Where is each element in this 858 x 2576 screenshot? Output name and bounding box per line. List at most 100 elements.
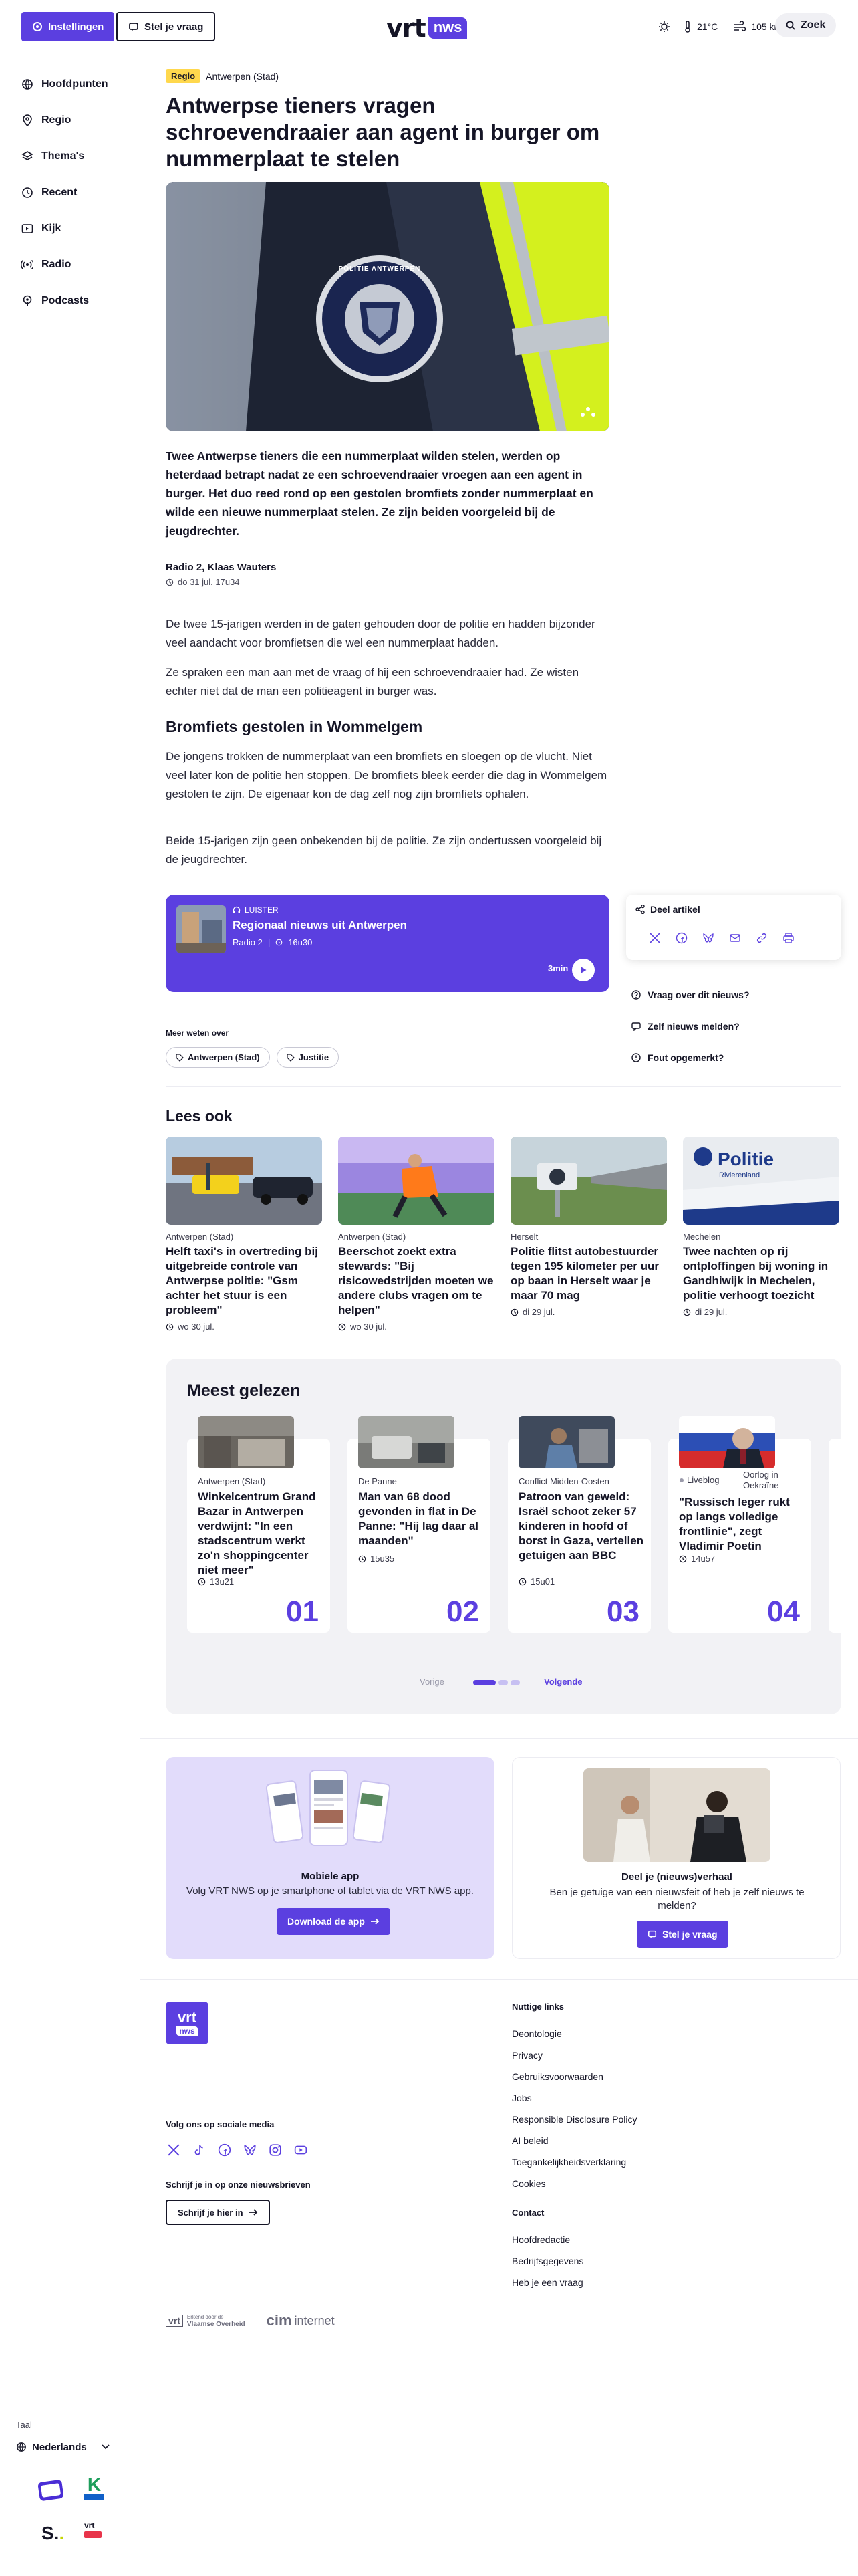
share-story-button[interactable]: Stel je vraag <box>637 1921 728 1948</box>
topic-tag[interactable]: Justitie <box>276 1047 339 1068</box>
tiktok-icon[interactable] <box>192 2143 206 2157</box>
search-button[interactable]: Zoek <box>775 13 837 37</box>
footer-link[interactable]: Privacy <box>512 2044 712 2066</box>
sponsor-sporza-logo[interactable]: S.. <box>41 2523 64 2544</box>
vrt-nws-logo[interactable]: vrt nws <box>386 13 468 43</box>
footer-link[interactable]: Jobs <box>512 2087 712 2109</box>
question-link[interactable]: Vraag over dit nieuws? <box>631 989 750 1000</box>
facebook-icon[interactable] <box>218 2143 231 2157</box>
download-app-button[interactable]: Download de app <box>277 1908 390 1935</box>
sidebar-item-recent[interactable]: Recent <box>0 174 140 211</box>
lees-ook-card[interactable]: Herselt Politie flitst autobestuurder te… <box>511 1137 667 1317</box>
cim-internet-logo[interactable]: cim internet <box>267 2312 335 2329</box>
prev-button[interactable]: Vorige <box>420 1677 444 1687</box>
next-button[interactable]: Volgende <box>544 1677 583 1687</box>
regio-tag[interactable]: Regio <box>166 69 201 83</box>
sidebar-item-kijk[interactable]: Kijk <box>0 211 140 247</box>
article-paragraph: Beide 15-jarigen zijn geen onbekenden bi… <box>166 834 602 866</box>
sidebar-item-themas[interactable]: Thema's <box>0 138 140 174</box>
x-icon[interactable] <box>167 2143 180 2157</box>
card-time: 13u21 <box>198 1576 234 1587</box>
sidebar-item-regio[interactable]: Regio <box>0 102 140 138</box>
sidebar-item-radio[interactable]: Radio <box>0 247 140 283</box>
vlaanderen-logo[interactable]: vrt Erkend door de Vlaamse Overheid <box>166 2313 245 2328</box>
share-icon <box>635 905 645 914</box>
youtube-icon[interactable] <box>294 2143 307 2157</box>
most-read-card[interactable]: Antwerpen (Stad) Winkelcentrum Grand Baz… <box>187 1416 330 1633</box>
report-news-link[interactable]: Zelf nieuws melden? <box>631 1021 740 1032</box>
globe-icon <box>16 2442 27 2452</box>
social-links <box>167 2143 307 2157</box>
facebook-icon[interactable] <box>676 932 688 944</box>
card-location: Antwerpen (Stad) <box>166 1232 234 1242</box>
weather-widget[interactable]: 21°C 105 km <box>658 13 782 40</box>
card-date: wo 30 jul. <box>338 1322 494 1332</box>
sidebar-item-podcasts[interactable]: Podcasts <box>0 283 140 319</box>
footer-link[interactable]: Gebruiksvoorwaarden <box>512 2066 712 2087</box>
topic-tag[interactable]: Antwerpen (Stad) <box>166 1047 270 1068</box>
most-read-card[interactable]: Liveblog Oorlog in Oekraïne "Russisch le… <box>668 1416 811 1633</box>
card-time: 15u01 <box>519 1576 555 1587</box>
card-image <box>519 1416 615 1468</box>
clock-icon <box>166 578 174 586</box>
print-icon[interactable] <box>782 932 795 944</box>
sponsor-vrtmax-logo[interactable]: vrt <box>84 2521 104 2543</box>
footer-logo[interactable]: vrt nws <box>166 2002 208 2044</box>
share-story-label: Stel je vraag <box>662 1929 718 1940</box>
pagination-dots <box>473 1680 520 1685</box>
link-icon[interactable] <box>756 932 768 944</box>
listen-kicker-text: LUISTER <box>245 905 279 915</box>
article-date: do 31 jul. 17u34 <box>166 577 240 587</box>
listen-play-button[interactable] <box>572 959 595 981</box>
lees-ook-card[interactable]: Antwerpen (Stad) Beerschot zoekt extra s… <box>338 1137 494 1332</box>
globe-icon <box>21 78 33 90</box>
footer-link[interactable]: Bedrijfsgegevens <box>512 2250 712 2272</box>
card-location: Herselt <box>511 1232 539 1242</box>
listen-card[interactable]: LUISTER Regionaal nieuws uit Antwerpen R… <box>166 895 609 992</box>
sponsor-vrt1-logo[interactable] <box>37 2479 64 2502</box>
most-read-card[interactable]: De Panne Man van 68 dood gevonden in fla… <box>347 1416 490 1633</box>
lees-ook-card[interactable]: Antwerpen (Stad) Helft taxi's in overtre… <box>166 1137 322 1332</box>
article-location[interactable]: Antwerpen (Stad) <box>206 71 279 82</box>
language-select[interactable]: Nederlands <box>16 2436 110 2458</box>
arrow-right-icon <box>370 1917 380 1925</box>
bluesky-icon[interactable] <box>243 2143 257 2157</box>
instagram-icon[interactable] <box>269 2143 282 2157</box>
bluesky-icon[interactable] <box>702 932 714 944</box>
footer-link[interactable]: Toegankelijkheidsverklaring <box>512 2151 712 2173</box>
topic-tag-label: Justitie <box>298 1052 329 1062</box>
footer-link[interactable]: Responsible Disclosure Policy <box>512 2109 712 2130</box>
footer-link[interactable]: AI beleid <box>512 2130 712 2151</box>
card-title: Beerschot zoekt extra stewards: "Bij ris… <box>338 1245 494 1316</box>
footer-link[interactable]: Heb je een vraag <box>512 2272 712 2293</box>
most-read-card-partial[interactable] <box>829 1439 841 1633</box>
article-subheading: Bromfiets gestolen in Wommelgem <box>166 718 423 735</box>
radio-icon <box>21 259 33 271</box>
ask-question-button[interactable]: Stel je vraag <box>116 12 216 41</box>
chevron-down-icon <box>102 2444 110 2450</box>
footer-link[interactable]: Cookies <box>512 2173 712 2194</box>
hero-image[interactable]: POLITIE ANTWERPEN <box>166 182 609 431</box>
most-read-card[interactable]: Conflict Midden-Oosten Patroon van gewel… <box>508 1416 651 1633</box>
footer-link[interactable]: Hoofdredactie <box>512 2229 712 2250</box>
footer-link[interactable]: Deontologie <box>512 2023 712 2044</box>
card-title: Helft taxi's in overtreding bij uitgebre… <box>166 1245 318 1316</box>
card-image <box>166 1137 322 1225</box>
app-promo-title: Mobiele app <box>301 1871 360 1882</box>
mail-icon[interactable] <box>729 932 741 944</box>
sidebar-item-hoofdpunten[interactable]: Hoofdpunten <box>0 66 140 102</box>
card-title: "Russisch leger rukt op langs volledige … <box>679 1496 790 1552</box>
sponsor-ketnet-logo[interactable]: K <box>84 2476 104 2502</box>
card-time-text: 14u57 <box>691 1554 716 1564</box>
card-time-text: 13u21 <box>210 1576 235 1587</box>
lees-ook-card[interactable]: Politie Rivierenland Mechelen Twee nacht… <box>683 1137 839 1317</box>
settings-button[interactable]: Instellingen <box>21 12 115 41</box>
x-icon[interactable] <box>649 932 661 944</box>
card-liveblog-label: Liveblog <box>687 1475 720 1485</box>
card-date-text: wo 30 jul. <box>350 1322 387 1332</box>
language-label: Taal <box>16 2420 32 2430</box>
listen-duration: 3min <box>548 963 569 973</box>
report-error-link[interactable]: Fout opgemerkt? <box>631 1052 724 1063</box>
newsletter-button[interactable]: Schrijf je hier in <box>166 2200 270 2225</box>
card-title: Man van 68 dood gevonden in flat in De P… <box>358 1490 479 1547</box>
